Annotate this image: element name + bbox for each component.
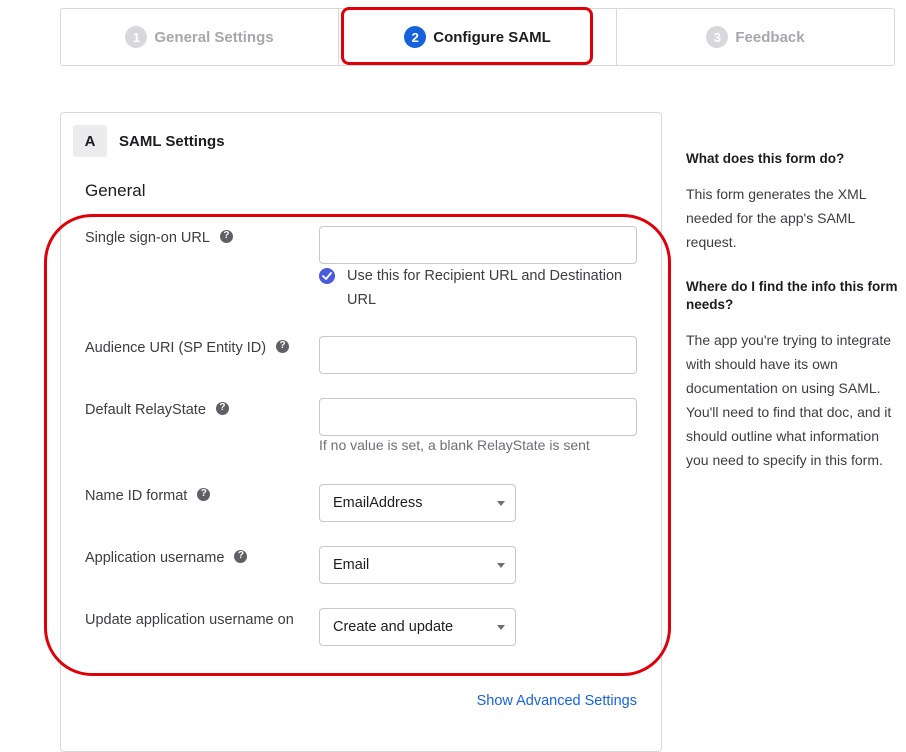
help-question-1: What does this form do? [686,151,845,166]
update-username-select[interactable]: Create and update [319,608,516,646]
app-username-label: Application username? [85,546,248,570]
section-title: SAML Settings [119,133,225,150]
audience-uri-input[interactable] [319,336,637,374]
update-username-label: Update application username on [85,612,294,628]
help-sidebar: What does this form do? This form genera… [686,150,901,472]
chevron-down-icon [497,625,505,630]
audience-uri-label: Audience URI (SP Entity ID)? [85,336,290,360]
chevron-down-icon [497,563,505,568]
relay-state-label-text: Default RelayState [85,402,206,418]
audience-uri-label-text: Audience URI (SP Entity ID) [85,340,267,356]
section-letter-badge: A [73,125,107,157]
name-id-format-select[interactable]: EmailAddress [319,484,516,522]
check-icon[interactable] [319,268,335,284]
name-id-format-label-text: Name ID format [85,488,188,504]
saml-settings-card: A SAML Settings General Single sign-on U… [60,112,662,752]
wizard-stepper: 1 General Settings 2 Configure SAML 3 Fe… [60,8,895,66]
step-number: 2 [404,26,427,48]
help-answer-1: This form generates the XML needed for t… [686,186,867,250]
app-username-select[interactable]: Email [319,546,516,584]
recipient-checkbox-label: Use this for Recipient URL and Destinati… [347,268,623,308]
question-circle-icon[interactable]: ? [215,401,229,415]
question-circle-icon[interactable]: ? [219,229,233,243]
step-configure-saml[interactable]: 2 Configure SAML [339,9,617,65]
chevron-down-icon [497,501,505,506]
step-label: Feedback [735,28,805,46]
step-label: Configure SAML [433,28,551,46]
question-circle-icon[interactable]: ? [276,339,290,353]
sso-url-label: Single sign-on URL? [85,226,233,250]
step-number: 1 [125,26,148,48]
question-circle-icon[interactable]: ? [197,487,211,501]
app-username-label-text: Application username [85,550,225,566]
relay-state-label: Default RelayState? [85,398,229,422]
help-question-2: Where do I find the info this form needs… [686,279,898,312]
recipient-checkbox-row[interactable]: Use this for Recipient URL and Destinati… [319,264,649,312]
name-id-format-label: Name ID format? [85,484,211,508]
select-value: EmailAddress [333,495,423,511]
select-value: Create and update [333,619,454,635]
select-value: Email [333,557,370,573]
step-number: 3 [706,26,729,48]
help-answer-2: The app you're trying to integrate with … [686,332,892,468]
step-general-settings[interactable]: 1 General Settings [61,9,339,65]
sso-url-input[interactable] [319,226,637,264]
question-circle-icon[interactable]: ? [234,549,248,563]
sso-url-label-text: Single sign-on URL [85,230,210,246]
show-advanced-settings-link[interactable]: Show Advanced Settings [477,693,637,709]
group-heading: General [85,181,146,200]
relay-state-input[interactable] [319,398,637,436]
step-feedback[interactable]: 3 Feedback [617,9,894,65]
relay-state-hint: If no value is set, a blank RelayState i… [319,437,590,453]
step-label: General Settings [154,28,274,46]
